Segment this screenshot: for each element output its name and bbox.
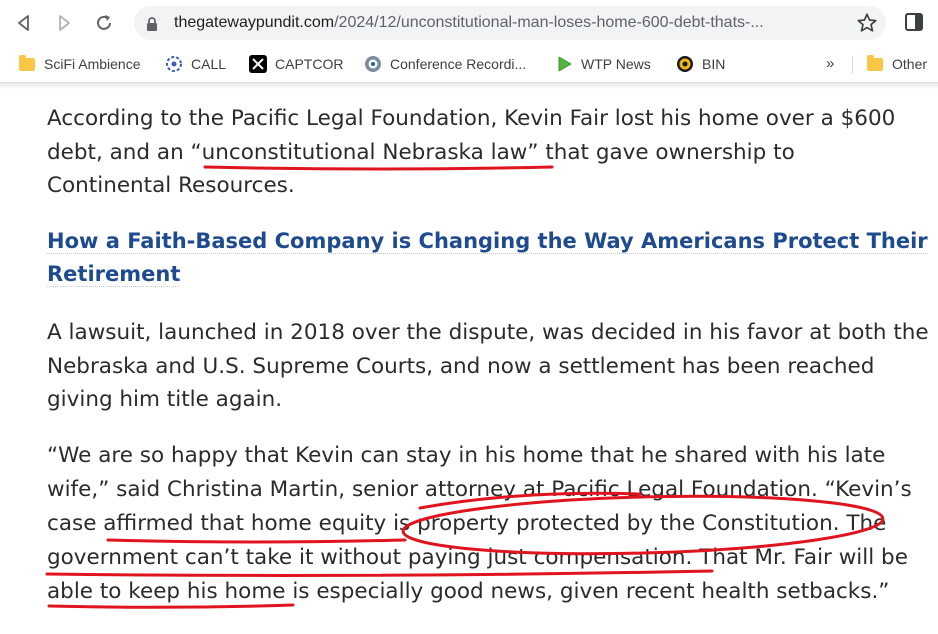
back-arrow-icon[interactable] <box>12 11 36 35</box>
side-panel-icon[interactable] <box>904 12 924 36</box>
bin-icon <box>676 55 694 73</box>
bookmark-label: Conference Recordi... <box>390 56 527 72</box>
quote-line: “We are so happy that Kevin can stay in … <box>47 443 886 468</box>
paragraph-line: giving him title again. <box>47 387 283 412</box>
folder-icon <box>866 54 884 73</box>
toolbar-shadow <box>0 83 938 89</box>
bookmark-label: CAPTCOR <box>275 56 344 72</box>
bookmark-captcor[interactable]: CAPTCOR <box>249 54 343 74</box>
url-path: /2024/12/unconstitutional-man-loses-home… <box>334 14 764 31</box>
play-icon <box>555 55 573 73</box>
forward-arrow-icon[interactable] <box>52 11 76 35</box>
conference-icon <box>364 55 382 73</box>
bookmark-conference-recordings[interactable]: Conference Recordi... <box>364 54 526 74</box>
paragraph-line: Continental Resources. <box>47 173 295 198</box>
bookmark-call[interactable]: CALL <box>165 54 226 74</box>
annotation-layer <box>45 165 885 609</box>
underline-mark <box>106 538 407 544</box>
bookmarks-overflow-button[interactable]: » <box>826 55 834 72</box>
bookmarks-divider <box>852 56 853 74</box>
folder-icon <box>18 54 36 73</box>
star-icon[interactable] <box>856 12 878 38</box>
paragraph-line: According to the Pacific Legal Foundatio… <box>47 106 896 131</box>
quote-line: case affirmed that home equity is proper… <box>47 511 887 536</box>
url-domain: thegatewaypundit.com <box>174 14 335 31</box>
bookmark-other-folder[interactable]: Other <box>866 54 927 74</box>
lock-icon[interactable] <box>146 16 158 35</box>
url-text[interactable]: thegatewaypundit.com/2024/12/unconstitut… <box>174 14 764 32</box>
bookmark-label: Other <box>892 56 928 72</box>
related-article-link[interactable]: How a Faith-Based Company is Changing th… <box>47 229 928 254</box>
paragraph-line: Nebraska and U.S. Supreme Courts, and no… <box>47 354 875 379</box>
address-bar[interactable]: thegatewaypundit.com/2024/12/unconstitut… <box>134 6 886 40</box>
bookmarks-bar: SciFi Ambience CALL CAPTCOR Conference R… <box>0 46 938 83</box>
bookmark-bin[interactable]: BIN <box>676 54 725 74</box>
related-article-link[interactable]: Retirement <box>47 262 181 287</box>
paragraph-line: debt, and an “unconstitutional Nebraska … <box>47 140 795 165</box>
quote-line: able to keep his home is especially good… <box>47 579 890 604</box>
quote-line: government can’t take it without paying … <box>47 545 908 570</box>
reload-icon[interactable] <box>92 11 116 35</box>
bookmark-label: CALL <box>191 56 227 72</box>
paragraph-line: A lawsuit, launched in 2018 over the dis… <box>47 320 929 345</box>
underline-mark <box>45 569 714 577</box>
underline-mark <box>47 603 295 609</box>
browser-toolbar: thegatewaypundit.com/2024/12/unconstitut… <box>0 0 938 46</box>
bookmark-scifi-ambience[interactable]: SciFi Ambience <box>18 54 140 74</box>
x-logo-icon <box>249 55 267 73</box>
bookmark-label: SciFi Ambience <box>44 56 141 72</box>
call-icon <box>165 55 183 73</box>
bookmark-wtp-news[interactable]: WTP News <box>555 54 651 74</box>
quote-line: wife,” said Christina Martin, senior att… <box>47 477 912 502</box>
underline-mark <box>203 165 554 171</box>
bookmark-label: WTP News <box>581 56 651 72</box>
bookmark-label: BIN <box>702 56 726 72</box>
